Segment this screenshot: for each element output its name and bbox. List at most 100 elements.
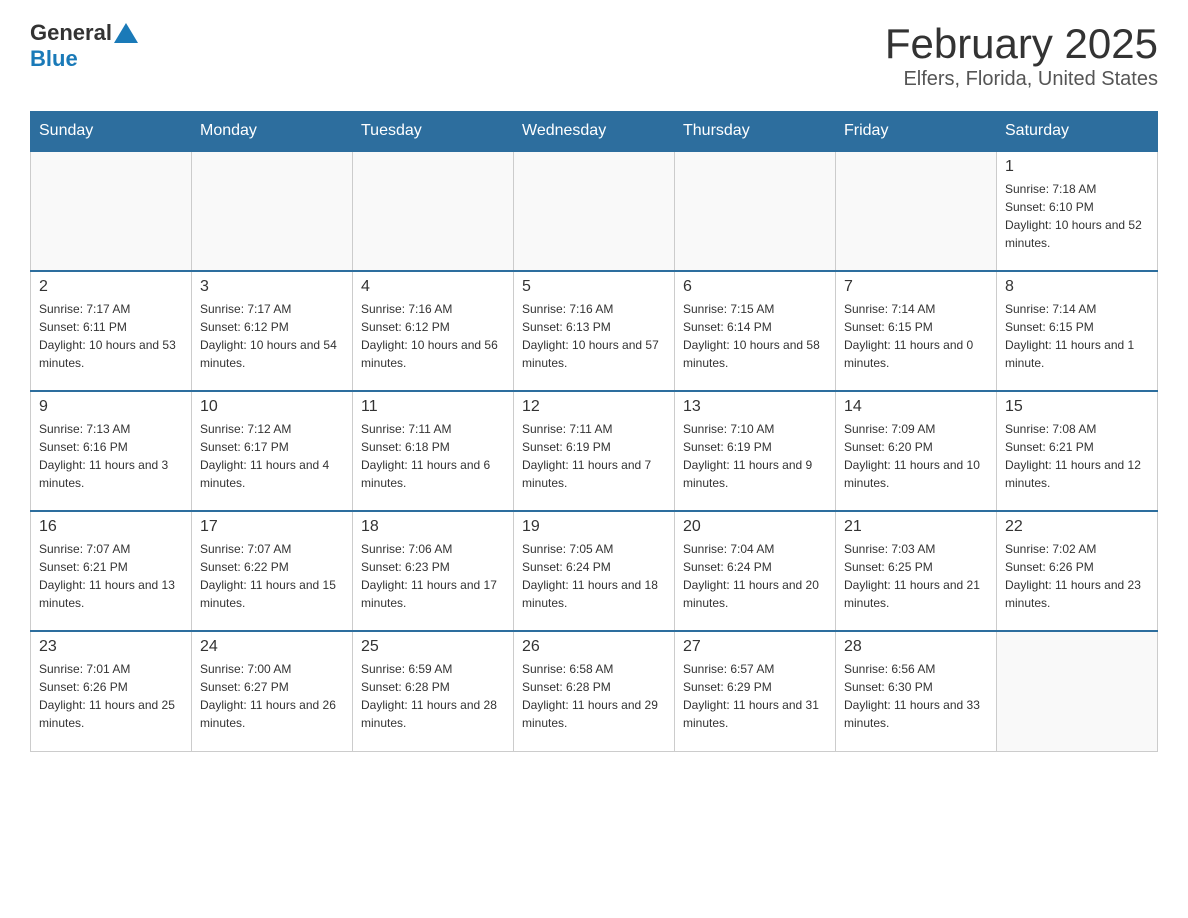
day-number: 13	[683, 398, 827, 416]
day-info: Sunrise: 7:16 AMSunset: 6:12 PMDaylight:…	[361, 300, 505, 372]
header-wednesday: Wednesday	[514, 112, 675, 152]
page-header: General Blue February 2025 Elfers, Flori…	[30, 20, 1158, 91]
week-row-3: 9 Sunrise: 7:13 AMSunset: 6:16 PMDaylight…	[31, 391, 1158, 511]
day-number: 7	[844, 278, 988, 296]
logo-triangle-icon	[114, 23, 138, 43]
calendar-cell	[997, 631, 1158, 751]
calendar-cell	[31, 151, 192, 271]
day-info: Sunrise: 7:16 AMSunset: 6:13 PMDaylight:…	[522, 300, 666, 372]
day-number: 27	[683, 638, 827, 656]
day-info: Sunrise: 7:13 AMSunset: 6:16 PMDaylight:…	[39, 420, 183, 492]
day-number: 23	[39, 638, 183, 656]
calendar-cell: 17Sunrise: 7:07 AMSunset: 6:22 PMDayligh…	[192, 511, 353, 631]
day-number: 10	[200, 398, 344, 416]
header-saturday: Saturday	[997, 112, 1158, 152]
day-info: Sunrise: 7:15 AMSunset: 6:14 PMDaylight:…	[683, 300, 827, 372]
title-area: February 2025 Elfers, Florida, United St…	[885, 20, 1158, 91]
calendar-cell: 14 Sunrise: 7:09 AMSunset: 6:20 PMDayligh…	[836, 391, 997, 511]
day-number: 5	[522, 278, 666, 296]
calendar-cell: 25Sunrise: 6:59 AMSunset: 6:28 PMDayligh…	[353, 631, 514, 751]
calendar-cell: 7 Sunrise: 7:14 AMSunset: 6:15 PMDaylight…	[836, 271, 997, 391]
day-info: Sunrise: 7:07 AMSunset: 6:21 PMDaylight:…	[39, 540, 183, 612]
day-info: Sunrise: 7:14 AMSunset: 6:15 PMDaylight:…	[844, 300, 988, 372]
day-number: 26	[522, 638, 666, 656]
day-number: 11	[361, 398, 505, 416]
day-number: 20	[683, 518, 827, 536]
calendar-cell: 16 Sunrise: 7:07 AMSunset: 6:21 PMDayligh…	[31, 511, 192, 631]
calendar-cell: 22 Sunrise: 7:02 AMSunset: 6:26 PMDayligh…	[997, 511, 1158, 631]
calendar-cell	[514, 151, 675, 271]
day-info: Sunrise: 7:17 AMSunset: 6:12 PMDaylight:…	[200, 300, 344, 372]
week-row-2: 2Sunrise: 7:17 AMSunset: 6:11 PMDaylight…	[31, 271, 1158, 391]
day-number: 1	[1005, 158, 1149, 176]
day-number: 17	[200, 518, 344, 536]
day-info: Sunrise: 7:03 AMSunset: 6:25 PMDaylight:…	[844, 540, 988, 612]
day-number: 8	[1005, 278, 1149, 296]
calendar-cell: 20Sunrise: 7:04 AMSunset: 6:24 PMDayligh…	[675, 511, 836, 631]
calendar-cell: 27 Sunrise: 6:57 AMSunset: 6:29 PMDayligh…	[675, 631, 836, 751]
day-number: 28	[844, 638, 988, 656]
day-info: Sunrise: 6:57 AMSunset: 6:29 PMDaylight:…	[683, 660, 827, 732]
day-info: Sunrise: 7:17 AMSunset: 6:11 PMDaylight:…	[39, 300, 183, 372]
header-tuesday: Tuesday	[353, 112, 514, 152]
day-number: 18	[361, 518, 505, 536]
calendar-cell	[353, 151, 514, 271]
day-number: 22	[1005, 518, 1149, 536]
day-number: 24	[200, 638, 344, 656]
day-number: 15	[1005, 398, 1149, 416]
logo-blue-text: Blue	[30, 46, 138, 72]
calendar-cell: 28 Sunrise: 6:56 AMSunset: 6:30 PMDayligh…	[836, 631, 997, 751]
week-row-1: 1 Sunrise: 7:18 AMSunset: 6:10 PMDaylight…	[31, 151, 1158, 271]
calendar-cell: 3 Sunrise: 7:17 AMSunset: 6:12 PMDaylight…	[192, 271, 353, 391]
day-info: Sunrise: 7:10 AMSunset: 6:19 PMDaylight:…	[683, 420, 827, 492]
calendar-cell: 26 Sunrise: 6:58 AMSunset: 6:28 PMDayligh…	[514, 631, 675, 751]
day-info: Sunrise: 7:09 AMSunset: 6:20 PMDaylight:…	[844, 420, 988, 492]
day-info: Sunrise: 7:18 AMSunset: 6:10 PMDaylight:…	[1005, 180, 1149, 252]
header-friday: Friday	[836, 112, 997, 152]
header-sunday: Sunday	[31, 112, 192, 152]
calendar-cell: 13 Sunrise: 7:10 AMSunset: 6:19 PMDayligh…	[675, 391, 836, 511]
day-number: 9	[39, 398, 183, 416]
calendar-cell	[192, 151, 353, 271]
logo-general-text: General	[30, 20, 112, 46]
calendar-cell: 10 Sunrise: 7:12 AMSunset: 6:17 PMDayligh…	[192, 391, 353, 511]
day-info: Sunrise: 7:11 AMSunset: 6:19 PMDaylight:…	[522, 420, 666, 492]
day-info: Sunrise: 7:02 AMSunset: 6:26 PMDaylight:…	[1005, 540, 1149, 612]
calendar-cell: 12 Sunrise: 7:11 AMSunset: 6:19 PMDayligh…	[514, 391, 675, 511]
calendar-cell: 8 Sunrise: 7:14 AMSunset: 6:15 PMDaylight…	[997, 271, 1158, 391]
day-info: Sunrise: 7:06 AMSunset: 6:23 PMDaylight:…	[361, 540, 505, 612]
calendar-cell: 18 Sunrise: 7:06 AMSunset: 6:23 PMDayligh…	[353, 511, 514, 631]
day-number: 14	[844, 398, 988, 416]
day-info: Sunrise: 6:58 AMSunset: 6:28 PMDaylight:…	[522, 660, 666, 732]
calendar-cell: 11Sunrise: 7:11 AMSunset: 6:18 PMDayligh…	[353, 391, 514, 511]
calendar-cell: 1 Sunrise: 7:18 AMSunset: 6:10 PMDaylight…	[997, 151, 1158, 271]
calendar-header-row: Sunday Monday Tuesday Wednesday Thursday…	[31, 112, 1158, 152]
day-number: 6	[683, 278, 827, 296]
calendar-cell: 24 Sunrise: 7:00 AMSunset: 6:27 PMDayligh…	[192, 631, 353, 751]
day-number: 12	[522, 398, 666, 416]
week-row-5: 23 Sunrise: 7:01 AMSunset: 6:26 PMDayligh…	[31, 631, 1158, 751]
calendar-cell: 5 Sunrise: 7:16 AMSunset: 6:13 PMDaylight…	[514, 271, 675, 391]
calendar-cell	[836, 151, 997, 271]
day-number: 19	[522, 518, 666, 536]
day-info: Sunrise: 6:56 AMSunset: 6:30 PMDaylight:…	[844, 660, 988, 732]
calendar-cell: 2Sunrise: 7:17 AMSunset: 6:11 PMDaylight…	[31, 271, 192, 391]
day-number: 4	[361, 278, 505, 296]
day-info: Sunrise: 7:14 AMSunset: 6:15 PMDaylight:…	[1005, 300, 1149, 372]
day-info: Sunrise: 7:00 AMSunset: 6:27 PMDaylight:…	[200, 660, 344, 732]
day-info: Sunrise: 7:05 AMSunset: 6:24 PMDaylight:…	[522, 540, 666, 612]
day-info: Sunrise: 7:01 AMSunset: 6:26 PMDaylight:…	[39, 660, 183, 732]
calendar-cell: 4 Sunrise: 7:16 AMSunset: 6:12 PMDaylight…	[353, 271, 514, 391]
calendar-cell: 9 Sunrise: 7:13 AMSunset: 6:16 PMDaylight…	[31, 391, 192, 511]
day-info: Sunrise: 6:59 AMSunset: 6:28 PMDaylight:…	[361, 660, 505, 732]
header-thursday: Thursday	[675, 112, 836, 152]
day-number: 16	[39, 518, 183, 536]
week-row-4: 16 Sunrise: 7:07 AMSunset: 6:21 PMDayligh…	[31, 511, 1158, 631]
page-subtitle: Elfers, Florida, United States	[885, 68, 1158, 91]
calendar-cell: 23 Sunrise: 7:01 AMSunset: 6:26 PMDayligh…	[31, 631, 192, 751]
calendar-cell: 19 Sunrise: 7:05 AMSunset: 6:24 PMDayligh…	[514, 511, 675, 631]
day-info: Sunrise: 7:08 AMSunset: 6:21 PMDaylight:…	[1005, 420, 1149, 492]
calendar-cell: 21Sunrise: 7:03 AMSunset: 6:25 PMDayligh…	[836, 511, 997, 631]
day-info: Sunrise: 7:12 AMSunset: 6:17 PMDaylight:…	[200, 420, 344, 492]
day-number: 3	[200, 278, 344, 296]
